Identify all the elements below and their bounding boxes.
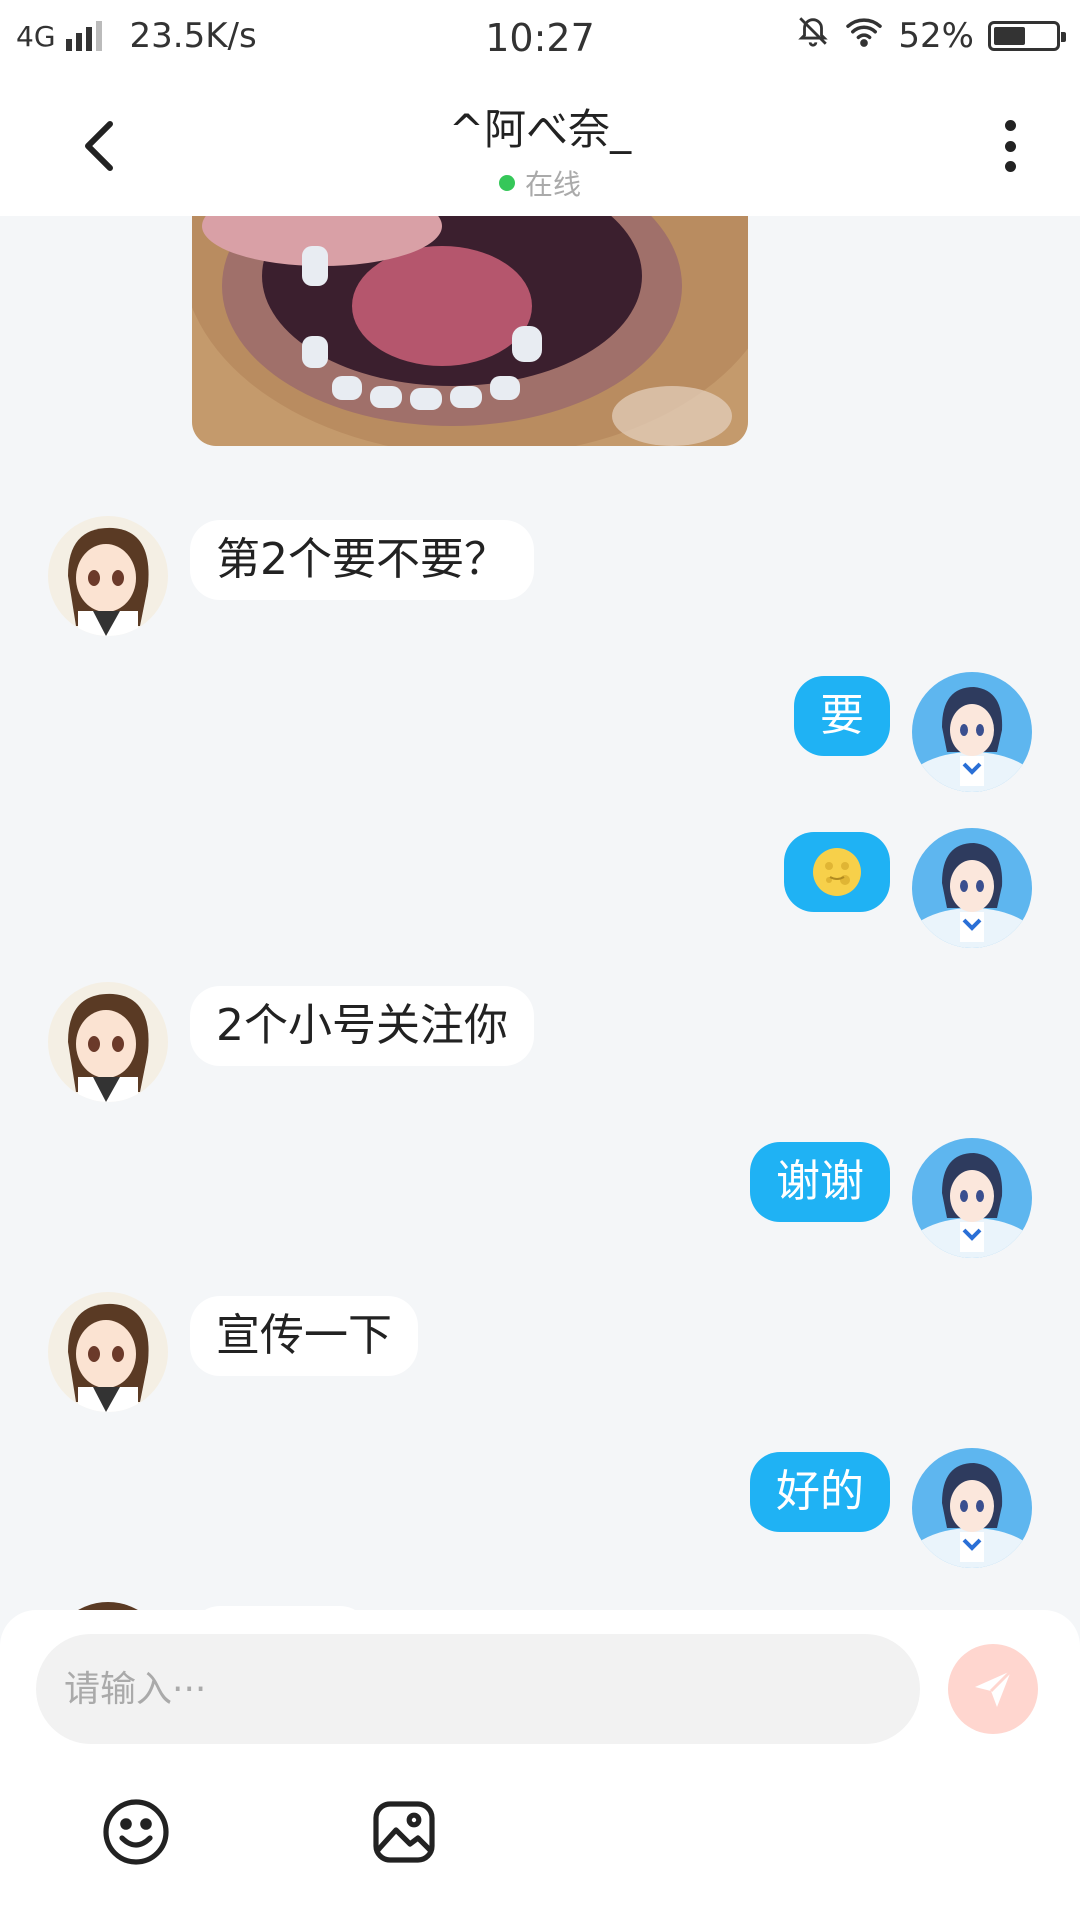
contact-avatar[interactable] — [48, 982, 168, 1102]
image-message[interactable] — [192, 216, 748, 446]
contact-avatar[interactable] — [48, 1292, 168, 1412]
battery-icon — [988, 20, 1066, 51]
message-row-partial — [48, 1602, 370, 1610]
message-row: 宣传一下 — [48, 1292, 418, 1412]
battery-percent: 52% — [898, 15, 974, 56]
message-row: 第2个要不要？ — [48, 516, 534, 636]
emoji-message-bubble[interactable] — [784, 832, 890, 912]
chat-header: ^阿べ奈_ 在线 — [0, 76, 1080, 216]
message-input[interactable] — [36, 1634, 920, 1744]
message-bubble[interactable]: 宣传一下 — [190, 1296, 418, 1376]
message-row: 要 — [794, 672, 1032, 792]
smiley-icon — [103, 1799, 169, 1865]
more-vertical-icon — [1004, 120, 1016, 131]
contact-avatar[interactable] — [48, 1602, 168, 1610]
title-wrap: ^阿べ奈_ 在线 — [0, 96, 1080, 203]
online-status: 在线 — [0, 163, 1080, 203]
input-panel — [0, 1610, 1080, 1920]
message-bubble[interactable]: 谢谢 — [750, 1142, 890, 1222]
moon-face-emoji-icon — [813, 848, 861, 896]
mute-bell-icon — [796, 14, 830, 57]
online-dot-icon — [498, 175, 515, 191]
my-avatar[interactable] — [912, 1138, 1032, 1258]
photo-mouth-image — [192, 216, 748, 446]
my-avatar[interactable] — [912, 1448, 1032, 1568]
image-icon — [373, 1801, 435, 1863]
message-bubble[interactable]: 第2个要不要？ — [190, 520, 534, 600]
message-row: 谢谢 — [750, 1138, 1032, 1258]
image-button[interactable] — [364, 1792, 444, 1872]
contact-avatar[interactable] — [48, 516, 168, 636]
message-bubble[interactable]: 要 — [794, 676, 890, 756]
message-row: 好的 — [750, 1448, 1032, 1568]
send-button[interactable] — [948, 1644, 1038, 1734]
message-row: 2个小号关注你 — [48, 982, 534, 1102]
contact-name: ^阿べ奈_ — [448, 105, 632, 154]
more-options-button[interactable] — [980, 116, 1040, 176]
wifi-icon — [844, 15, 884, 56]
message-bubble[interactable]: 2个小号关注你 — [190, 986, 534, 1066]
my-avatar[interactable] — [912, 828, 1032, 948]
my-avatar[interactable] — [912, 672, 1032, 792]
online-status-text: 在线 — [524, 168, 581, 201]
message-row — [784, 828, 1032, 948]
emoji-button[interactable] — [96, 1792, 176, 1872]
message-list[interactable]: 第2个要不要？ 要 2个小号关注你 谢谢 宣传一下 好的 — [0, 216, 1080, 1610]
message-bubble[interactable]: 好的 — [750, 1452, 890, 1532]
status-bar: 4G 23.5K/s 10:27 52% — [0, 0, 1080, 76]
status-right: 52% — [796, 14, 1066, 57]
send-icon — [975, 1669, 1013, 1707]
battery-level — [994, 26, 1026, 45]
